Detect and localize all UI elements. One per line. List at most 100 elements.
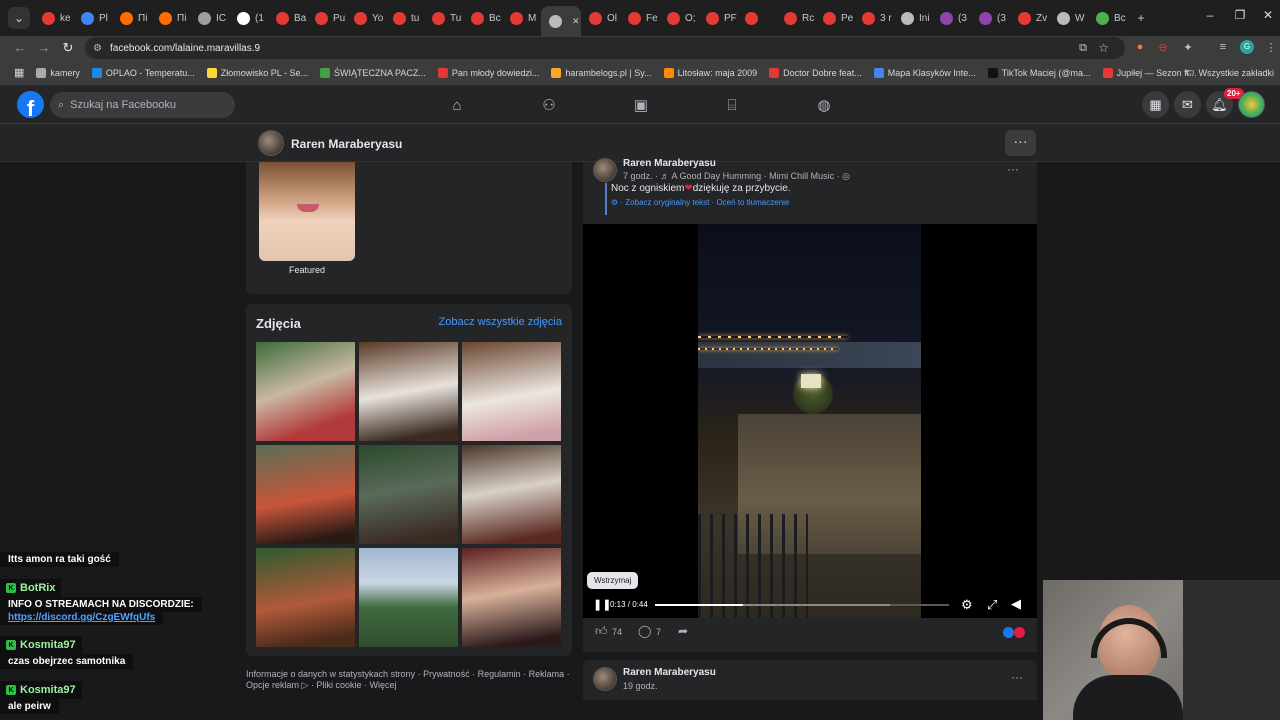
browser-tab[interactable]: PF (698, 4, 737, 32)
comment-count[interactable]: 7 (656, 627, 661, 637)
site-info-icon[interactable]: ⚙ (93, 43, 102, 54)
minimize-icon[interactable]: – (1195, 8, 1225, 22)
extensions-puzzle-icon[interactable]: ✦ (1180, 41, 1196, 54)
browser-tab[interactable]: tu (385, 4, 424, 32)
browser-tab[interactable]: Yo (346, 4, 385, 32)
new-tab-button[interactable]: + (1131, 8, 1151, 28)
see-all-photos-link[interactable]: Zobacz wszystkie zdjęcia (439, 316, 563, 328)
browser-tab[interactable]: Ba (268, 4, 307, 32)
friends-icon[interactable]: ⚇ (537, 94, 561, 116)
photo-thumbnail[interactable] (256, 342, 355, 441)
browser-tab[interactable]: Pu (307, 4, 346, 32)
featured-photo[interactable] (259, 162, 355, 261)
photo-thumbnail[interactable] (462, 445, 561, 544)
browser-tab[interactable]: Bc (1088, 4, 1127, 32)
bookmark-item[interactable]: Doctor Dobre feat... (763, 67, 868, 78)
browser-tab[interactable]: Пі (151, 4, 190, 32)
post-author-avatar[interactable] (593, 158, 617, 182)
photo-thumbnail[interactable] (462, 548, 561, 647)
share-icon[interactable]: ➦ (678, 624, 688, 638)
profile-name[interactable]: Raren Maraberyasu (291, 137, 402, 151)
bookmark-item[interactable]: Mapa Klasyków Inte... (868, 67, 982, 78)
next-post-avatar[interactable] (593, 667, 617, 691)
search-input[interactable]: Szukaj na Facebooku (70, 99, 176, 111)
profile-more-button[interactable]: ··· (1005, 130, 1036, 156)
browser-tab[interactable]: (3 (971, 4, 1010, 32)
photo-thumbnail[interactable] (359, 342, 458, 441)
facebook-search[interactable]: ⌕ Szukaj na Facebooku (50, 92, 235, 118)
facebook-logo[interactable]: f (17, 91, 44, 118)
browser-tab[interactable]: Rc (776, 4, 815, 32)
pause-icon[interactable]: ❚❚ (593, 598, 611, 611)
browser-tab[interactable]: Pl (73, 4, 112, 32)
post-more-icon[interactable]: ··· (1007, 162, 1019, 176)
see-original-link[interactable]: Zobacz oryginalny tekst (625, 198, 709, 207)
close-window-icon[interactable]: ✕ (1253, 8, 1280, 22)
gaming-icon[interactable]: ◍ (812, 94, 836, 116)
messenger-icon[interactable]: ✉ (1174, 91, 1201, 118)
photo-thumbnail[interactable] (256, 548, 355, 647)
like-icon[interactable]: 👍︎ (595, 624, 608, 639)
browser-tab[interactable]: Zv (1010, 4, 1049, 32)
all-bookmarks-folder[interactable]: ▭ Wszystkie zakładki (1179, 67, 1280, 78)
restore-icon[interactable]: ❐ (1225, 8, 1255, 22)
tab-search-icon[interactable]: ⌄ (8, 7, 30, 29)
address-bar[interactable]: ⚙ facebook.com/lalaine.maravillas.9 ⧉ ☆ (85, 37, 1125, 59)
browser-tab[interactable]: Bc (463, 4, 502, 32)
browser-tab[interactable]: Ol (581, 4, 620, 32)
bookmark-item[interactable]: ŚWIĄTECZNA PACZ... (314, 67, 432, 78)
browser-tab[interactable]: ✕ (541, 6, 581, 36)
menu-grid-icon[interactable]: ▦ (1142, 91, 1169, 118)
back-icon[interactable]: ← (12, 40, 28, 55)
browser-tab[interactable]: (3 (932, 4, 971, 32)
next-post-author[interactable]: Raren Maraberyasu (623, 667, 716, 678)
browser-tab[interactable]: Ini (893, 4, 932, 32)
browser-tab[interactable] (737, 4, 776, 32)
bookmark-item[interactable]: TikTok Maciej (@ma... (982, 67, 1097, 78)
chat-link[interactable]: https://discord.gg/CzgEWfqUfs (0, 610, 164, 625)
footer-links-2[interactable]: Opcje reklam ▷ · Pliki cookie · Więcej (246, 680, 396, 691)
volume-icon[interactable]: ◀︎ (1011, 596, 1021, 612)
profile-avatar-icon[interactable]: G (1240, 40, 1254, 54)
browser-tab[interactable]: W (1049, 4, 1088, 32)
footer-links-1[interactable]: Informacje o danych w statystykach stron… (246, 669, 570, 679)
next-post-time[interactable]: 19 godz. (623, 681, 658, 691)
video-icon[interactable]: ▣ (629, 94, 653, 116)
browser-tab[interactable]: (1 (229, 4, 268, 32)
photo-thumbnail[interactable] (462, 342, 561, 441)
video-progress-track[interactable] (655, 604, 949, 606)
chrome-menu-icon[interactable]: ⋮ (1263, 41, 1279, 54)
reload-icon[interactable]: ↻ (60, 40, 76, 56)
browser-tab[interactable]: Fe (620, 4, 659, 32)
bookmark-item[interactable]: harambelogs.pl | Sy... (545, 67, 657, 78)
photo-thumbnail[interactable] (359, 548, 458, 647)
bookmark-item[interactable]: OPLAO - Temperatu... (86, 67, 201, 78)
extension-red-icon[interactable]: ⊖ (1155, 41, 1171, 54)
post-music[interactable]: ♬ A Good Day Humming · Mimi Chill Music (661, 171, 835, 181)
post-time[interactable]: 7 godz. (623, 171, 653, 181)
browser-tab[interactable]: IC (190, 4, 229, 32)
video-frame[interactable] (698, 224, 921, 618)
photo-thumbnail[interactable] (256, 445, 355, 544)
bookmark-item[interactable]: Litosław: maja 2009 (658, 67, 764, 78)
media-control-icon[interactable]: ≡ (1215, 41, 1231, 53)
post-author-name[interactable]: Raren Maraberyasu (623, 158, 716, 169)
bookmark-item[interactable]: Złomowisko PL - Se... (201, 67, 314, 78)
bookmark-star-icon[interactable]: ☆ (1098, 41, 1109, 55)
bookmark-item[interactable]: kamery (30, 67, 86, 78)
browser-tab[interactable]: Tu (424, 4, 463, 32)
close-tab-icon[interactable]: ✕ (572, 16, 580, 27)
rate-translation-link[interactable]: Oceń to tłumaczenie (716, 198, 789, 207)
browser-tab[interactable]: 3 r (854, 4, 893, 32)
browser-tab[interactable]: M (502, 4, 541, 32)
comment-icon[interactable]: ◯ (638, 624, 651, 638)
apps-grid-icon[interactable]: ▦ (8, 66, 30, 79)
forward-icon[interactable]: → (36, 40, 52, 55)
account-avatar[interactable] (1238, 91, 1265, 118)
photo-thumbnail[interactable] (359, 445, 458, 544)
like-count[interactable]: 74 (612, 627, 622, 637)
fullscreen-icon[interactable]: ⤢ (987, 597, 997, 613)
install-app-icon[interactable]: ⧉ (1079, 42, 1087, 55)
settings-gear-icon[interactable]: ⚙ (961, 597, 973, 613)
bookmark-item[interactable]: Pan młody dowiedzi... (432, 67, 546, 78)
